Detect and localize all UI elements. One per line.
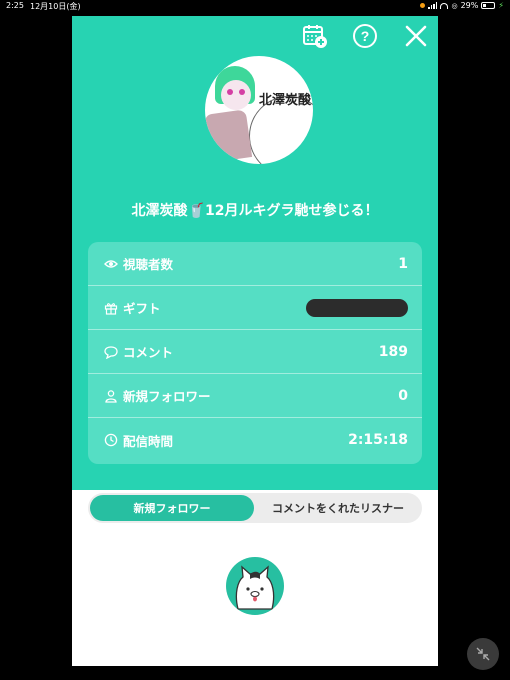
cat-avatar-icon (235, 565, 275, 610)
status-indicators: ◎ 29% ⚡ (420, 1, 504, 10)
comment-icon (104, 345, 118, 359)
stat-value-comments: 189 (378, 343, 408, 360)
stat-row-comments: コメント 189 (88, 330, 422, 374)
stats-card: 視聴者数 1 ギフト コメント 189 新規フォロワー 0 配信時間 2:15:… (88, 242, 422, 464)
close-icon[interactable] (402, 22, 430, 50)
minimize-button[interactable] (467, 638, 499, 670)
stat-label: 配信時間 (123, 433, 174, 449)
tab-comment-listeners[interactable]: コメントをくれたリスナー (256, 495, 420, 521)
list-tabs: 新規フォロワー コメントをくれたリスナー (88, 493, 422, 523)
stat-value-new-followers: 0 (398, 387, 408, 404)
help-icon[interactable]: ? (351, 22, 379, 50)
charging-icon: ⚡ (498, 1, 504, 10)
tab-new-followers[interactable]: 新規フォロワー (90, 495, 254, 521)
stat-value-duration: 2:15:18 (348, 432, 408, 448)
follower-avatar[interactable] (226, 557, 284, 615)
status-bar: 2:25 12月10日(金) ◎ 29% ⚡ (0, 0, 510, 14)
battery-icon (481, 2, 496, 9)
summary-header: ? 北澤炭酸 北澤炭酸🥤12月ルキグラ馳せ参じる！ 視聴者数 1 ギフト コメン… (72, 16, 438, 490)
calendar-plus-icon[interactable] (301, 22, 329, 50)
svg-text:?: ? (361, 28, 370, 44)
stat-label: コメント (123, 345, 174, 360)
signal-icon (428, 2, 438, 9)
clock-icon (104, 433, 118, 447)
battery-percent: 29% (460, 1, 479, 10)
stat-row-duration: 配信時間 2:15:18 (88, 418, 422, 462)
stat-row-viewers: 視聴者数 1 (88, 242, 422, 286)
status-date: 12月10日(金) (30, 2, 81, 11)
minimize-arrows-icon (476, 647, 490, 661)
eye-icon (104, 259, 118, 268)
recording-dot-icon (420, 3, 426, 8)
status-time: 2:25 (6, 1, 24, 10)
streamer-avatar: 北澤炭酸 (205, 56, 313, 164)
stat-row-new-followers: 新規フォロワー 0 (88, 374, 422, 418)
gift-value-redacted (306, 298, 408, 317)
stream-title: 北澤炭酸🥤12月ルキグラ馳せ参じる！ (131, 203, 379, 219)
stat-row-gifts: ギフト (88, 286, 422, 330)
person-icon (105, 389, 117, 403)
stat-value-viewers: 1 (398, 255, 408, 272)
location-icon: ◎ (451, 1, 458, 10)
stat-label: 新規フォロワー (123, 389, 211, 404)
wifi-icon (440, 2, 449, 9)
avatar-caption: 北澤炭酸 (259, 93, 312, 108)
stat-label: ギフト (123, 301, 161, 316)
gift-icon (104, 302, 118, 315)
stat-label: 視聴者数 (123, 257, 174, 272)
